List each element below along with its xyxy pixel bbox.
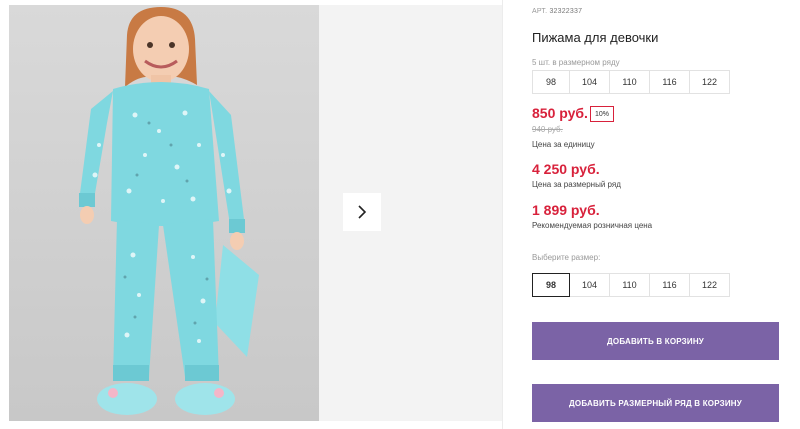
retail-price: 1 899 руб. [532, 202, 600, 218]
pack-price: 4 250 руб. [532, 161, 600, 177]
pack-sizes: 98 104 110 116 122 [532, 70, 730, 94]
retail-price-label: Рекомендуемая розничная цена [532, 221, 653, 230]
sku-value: 32322337 [549, 8, 583, 15]
size-option-116[interactable]: 116 [649, 273, 690, 297]
size-option-122[interactable]: 122 [689, 273, 730, 297]
add-to-cart-button[interactable]: ДОБАВИТЬ В КОРЗИНУ [532, 322, 779, 360]
add-pack-to-cart-button[interactable]: ДОБАВИТЬ РАЗМЕРНЫЙ РЯД В КОРЗИНУ [532, 384, 779, 422]
unit-price-label: Цена за единицу [532, 140, 595, 149]
product-page: АРТ. 32322337 Пижама для девочки 5 шт. в… [0, 0, 800, 429]
pack-price-label: Цена за размерный ряд [532, 180, 621, 189]
chevron-right-icon [358, 205, 367, 219]
pack-size-110: 110 [609, 70, 650, 94]
pack-size-label: 5 шт. в размерном ряду [532, 58, 620, 67]
pack-size-122: 122 [689, 70, 730, 94]
size-selector: 98 104 110 116 122 [532, 273, 730, 297]
panel-divider [502, 0, 503, 429]
pack-size-104: 104 [569, 70, 610, 94]
product-title: Пижама для девочки [532, 30, 659, 45]
old-price: 940 руб. [532, 125, 563, 134]
choose-size-label: Выберите размер: [532, 253, 601, 262]
discount-badge: 10% [590, 106, 615, 122]
pack-size-98: 98 [532, 70, 570, 94]
unit-price: 850 руб. [532, 105, 588, 121]
sku: АРТ. 32322337 [532, 8, 582, 15]
size-option-98[interactable]: 98 [532, 273, 570, 297]
sku-label: АРТ. [532, 8, 548, 15]
pack-size-116: 116 [649, 70, 690, 94]
girl-in-pajama-image [79, 7, 259, 415]
size-option-104[interactable]: 104 [569, 273, 610, 297]
size-option-110[interactable]: 110 [609, 273, 650, 297]
product-gallery [9, 5, 502, 421]
product-photo[interactable] [9, 5, 319, 421]
gallery-next-button[interactable] [343, 193, 381, 231]
